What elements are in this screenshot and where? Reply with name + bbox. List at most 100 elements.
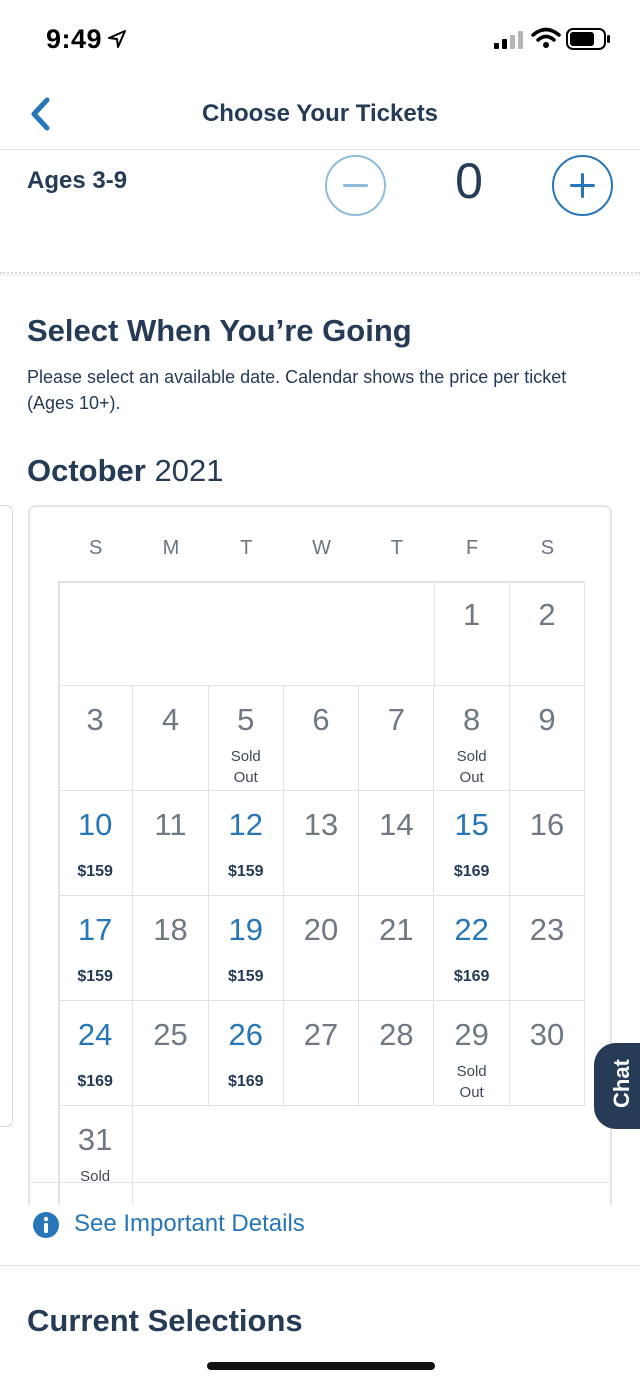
calendar-day-21: 21	[359, 896, 435, 1001]
day-number: 4	[161, 702, 180, 737]
calendar-day-26[interactable]: 26 $169	[208, 1001, 284, 1106]
day-number: 21	[379, 912, 414, 947]
day-number: 9	[538, 702, 556, 737]
day-number: 19	[228, 912, 263, 947]
day-number: 2	[538, 597, 556, 632]
day-number: 18	[153, 912, 188, 947]
status-bar: 9:49	[0, 0, 640, 80]
day-price: $159	[77, 863, 113, 880]
calendar-day-10[interactable]: 10 $159	[58, 791, 134, 896]
section-description: Please select an available date. Calenda…	[27, 367, 567, 413]
calendar-day-15[interactable]: 15 $169	[434, 791, 510, 896]
location-arrow-icon	[108, 30, 126, 48]
calendar-day-24[interactable]: 24 $169	[58, 1001, 134, 1106]
details-label: See Important Details	[74, 1210, 305, 1237]
day-number: 28	[379, 1017, 414, 1052]
day-number: 6	[312, 702, 330, 737]
age-label: Ages 3-9	[27, 167, 128, 194]
calendar-day-22[interactable]: 22 $169	[434, 896, 510, 1001]
day-number: 10	[77, 807, 113, 842]
day-number: 15	[454, 807, 489, 842]
calendar-day-11: 11	[133, 791, 209, 896]
calendar-day-13: 13	[283, 791, 360, 896]
sold-out-label: Sold Out	[456, 748, 487, 786]
section-divider	[0, 1265, 640, 1266]
decrement-button[interactable]	[325, 155, 386, 216]
calendar-day-23: 23	[509, 896, 586, 1001]
chat-label: Chat	[609, 1059, 634, 1108]
day-number: 13	[303, 807, 339, 842]
day-number: 24	[77, 1017, 113, 1052]
month-year: 2021	[154, 453, 224, 488]
battery-icon	[566, 28, 610, 50]
calendar-day-9: 9	[509, 686, 586, 791]
calendar-day-14: 14	[359, 791, 435, 896]
calendar-day-28: 28	[359, 1001, 435, 1106]
calendar-day-7: 7	[359, 686, 435, 791]
day-number: 5	[237, 702, 255, 737]
day-number: 17	[77, 912, 113, 947]
calendar-day-30: 30	[509, 1001, 586, 1106]
day-number: 25	[153, 1017, 188, 1052]
day-price: $169	[227, 1073, 264, 1090]
weekday-label: M	[162, 537, 180, 559]
calendar-day-6: 6	[283, 686, 360, 791]
calendar-day-17[interactable]: 17 $159	[58, 896, 134, 1001]
wifi-icon	[531, 27, 561, 48]
day-number: 16	[529, 807, 565, 842]
day-number: 29	[454, 1017, 489, 1052]
day-number: 31	[77, 1122, 113, 1157]
day-price: $159	[227, 863, 264, 880]
day-number: 11	[154, 807, 187, 842]
sold-out-label: Sold Out	[456, 1063, 487, 1101]
info-circle-icon	[33, 1212, 59, 1238]
month-name: October	[27, 453, 146, 488]
day-price: $169	[77, 1073, 113, 1090]
day-number: 26	[228, 1017, 263, 1052]
home-indicator	[207, 1362, 435, 1370]
nav-header: Choose Your Tickets	[0, 80, 640, 150]
day-number: 27	[303, 1017, 339, 1052]
signal-icon	[494, 31, 523, 49]
day-number: 14	[379, 807, 414, 842]
day-number: 12	[228, 807, 263, 842]
calendar-day-2: 2	[509, 581, 586, 686]
calendar-day-25: 25	[133, 1001, 209, 1106]
calendar-day-19[interactable]: 19 $159	[208, 896, 284, 1001]
weekday-label: W	[312, 537, 331, 559]
calendar-day-31: 31 Sold	[58, 1106, 134, 1205]
day-number: 20	[303, 912, 339, 947]
weekday-label: F	[466, 537, 479, 559]
weekday-label: S	[88, 537, 103, 559]
page-title: Choose Your Tickets	[201, 100, 439, 127]
previous-month-card-edge[interactable]	[0, 505, 13, 1127]
increment-button[interactable]	[552, 155, 613, 216]
weekday-header: SMTWTFS	[58, 527, 585, 567]
sold-out-label: Sold Out	[230, 748, 261, 786]
calendar-card: SMTWTFS 1 2 3 4 5 Sold Out 6 7 8 Sold Out 9 10 $159 11 1…	[28, 505, 612, 1205]
sold-out-label: Sold	[80, 1168, 111, 1185]
day-number: 3	[86, 702, 104, 737]
status-time: 9:49	[46, 24, 103, 54]
day-number: 23	[529, 912, 565, 947]
day-price: $159	[77, 968, 113, 985]
day-price: $169	[453, 968, 490, 985]
calendar-day-16: 16	[509, 791, 586, 896]
calendar-day-27: 27	[283, 1001, 360, 1106]
weekday-label: S	[540, 537, 555, 559]
calendar-day-18: 18	[133, 896, 209, 1001]
chat-button[interactable]: Chat	[594, 1043, 640, 1129]
calendar-day-8: 8 Sold Out	[434, 686, 510, 791]
day-number: 1	[463, 597, 481, 632]
section-divider	[0, 272, 640, 276]
empty-days-block	[58, 581, 435, 686]
calendar-day-3: 3	[58, 686, 134, 791]
section-title: Select When You’re Going	[27, 313, 412, 348]
weekday-label: T	[390, 537, 403, 559]
calendar-day-20: 20	[283, 896, 360, 1001]
calendar-day-12[interactable]: 12 $159	[208, 791, 284, 896]
day-number: 7	[387, 702, 405, 737]
age-quantity-row: Ages 3-9 0	[0, 150, 640, 274]
calendar-grid: 1 2 3 4 5 Sold Out 6 7 8 Sold Out 9 10 $159 11 12 $159 13 1…	[58, 581, 586, 1205]
weekday-label: T	[240, 537, 253, 559]
